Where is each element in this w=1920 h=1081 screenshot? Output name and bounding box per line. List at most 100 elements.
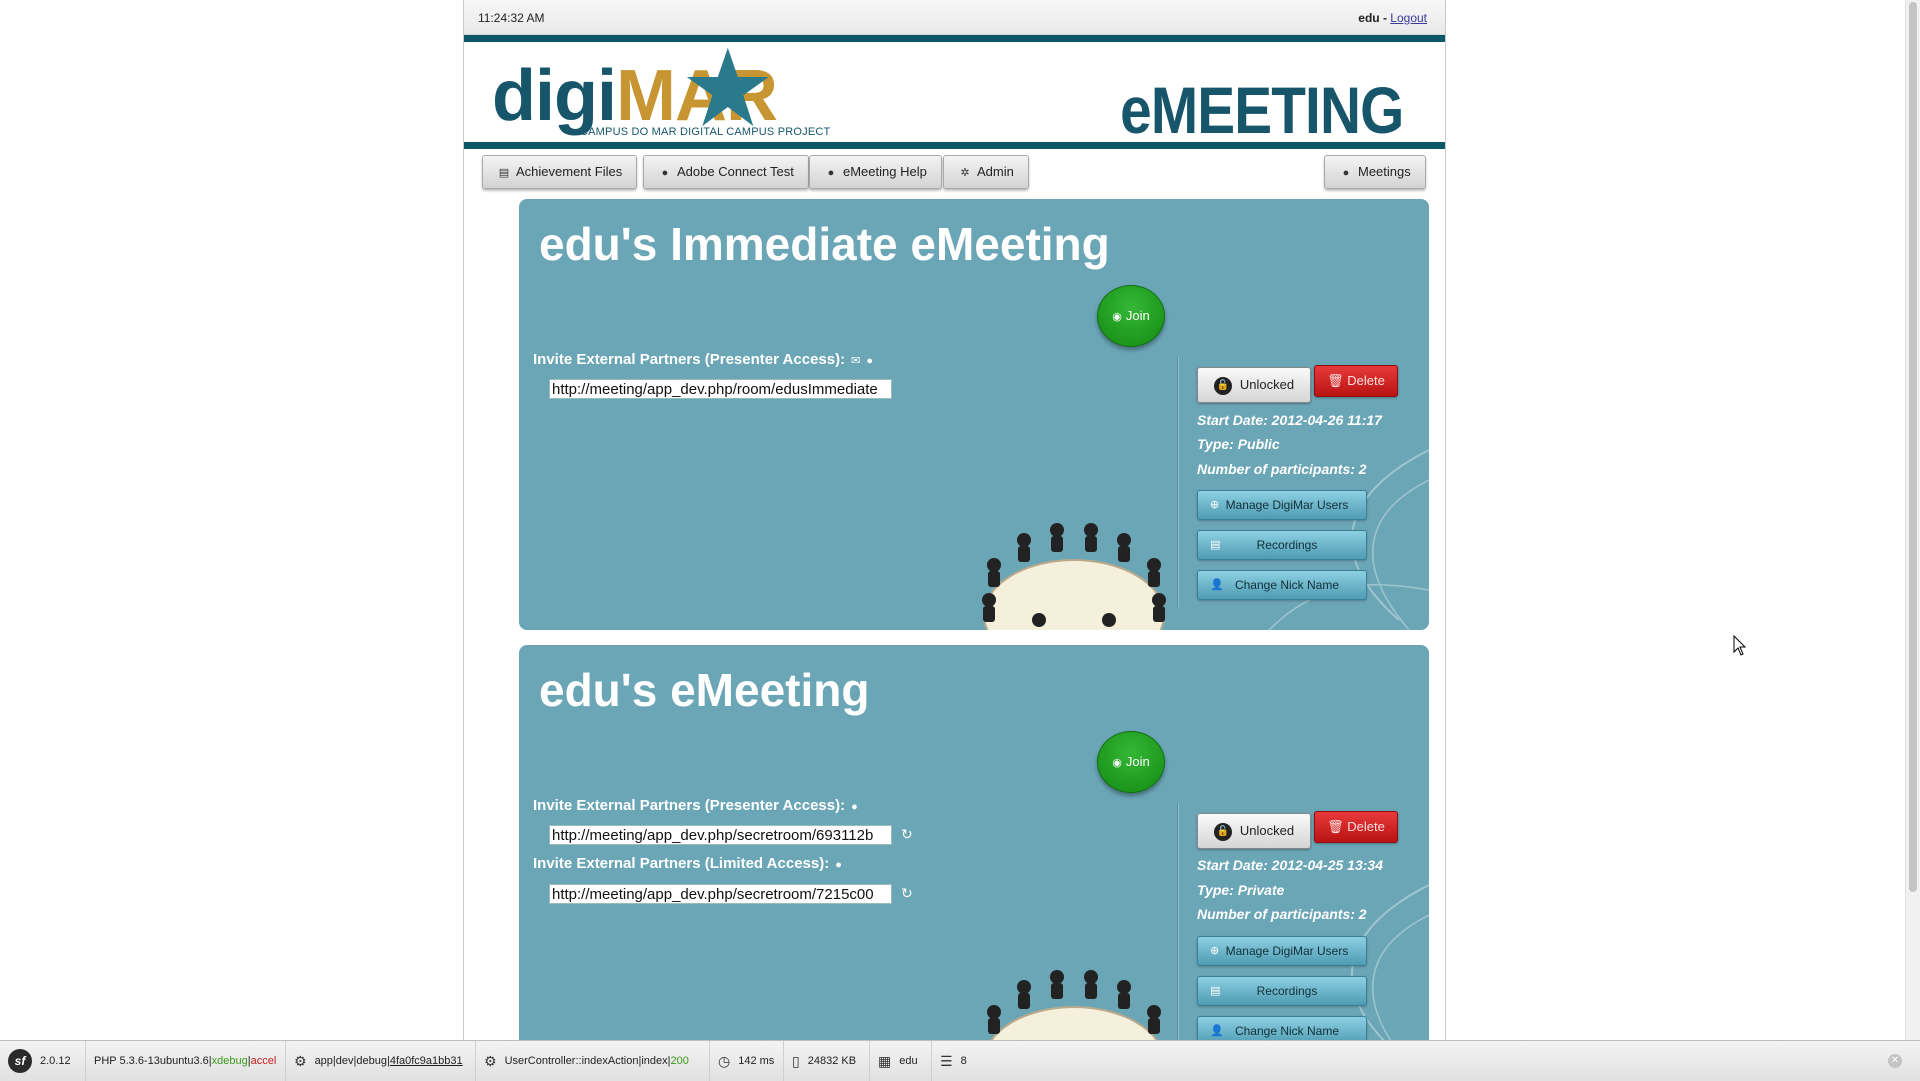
nav-admin[interactable]: ✲ Admin: [943, 155, 1029, 189]
sf-security[interactable]: ▦ edu: [870, 1041, 932, 1081]
refresh-icon[interactable]: ↻: [901, 826, 913, 843]
change-nickname-button[interactable]: 👤 Change Nick Name: [1197, 1016, 1367, 1040]
request-time: 142 ms: [738, 1055, 775, 1067]
meeting-card: edu's Immediate eMeeting ◉ Join Invite Ex…: [519, 199, 1429, 630]
php-version: PHP 5.3.6-13ubuntu3.6: [94, 1055, 209, 1067]
database-icon: ☰: [940, 1053, 953, 1070]
play-icon: ◉: [1112, 311, 1122, 323]
start-date: Start Date: 2012-04-26 11:17: [1197, 412, 1382, 428]
status-code: 200: [670, 1055, 689, 1067]
user-icon: 👤: [1210, 579, 1224, 591]
presenter-label-text: Invite External Partners (Presenter Acce…: [533, 797, 846, 814]
file-icon: ▤: [498, 167, 510, 179]
delete-label: Delete: [1347, 819, 1385, 834]
page-container: 11:24:32 AM edu - Logout digiMAR CAMPUS …: [463, 0, 1446, 1040]
conference-table-image: [982, 523, 1166, 630]
delete-button[interactable]: 🗑 Delete: [1314, 365, 1398, 397]
delete-label: Delete: [1347, 373, 1385, 388]
route-name: index: [641, 1055, 668, 1067]
query-count: 8: [960, 1055, 967, 1067]
memory-icon: ▯: [792, 1053, 800, 1070]
digimar-logo[interactable]: digiMAR CAMPUS DO MAR DIGITAL CAMPUS PRO…: [492, 46, 830, 138]
help-icon[interactable]: ●: [835, 859, 842, 871]
sf-version[interactable]: sf 2.0.12: [0, 1041, 86, 1081]
join-label: Join: [1125, 308, 1150, 323]
limited-url-input[interactable]: http://meeting/app_dev.php/secretroom/72…: [549, 884, 892, 904]
nav-emeeting-help[interactable]: ● eMeeting Help: [809, 155, 942, 189]
play-icon: ◉: [1112, 757, 1122, 769]
sf-db[interactable]: ☰ 8: [932, 1041, 980, 1081]
trash-icon: 🗑: [1327, 373, 1348, 388]
env-name: dev: [335, 1055, 354, 1067]
nav-label: Admin: [977, 164, 1014, 179]
plus-icon: ⊕: [1210, 499, 1220, 511]
nav-adobe-connect-test[interactable]: ● Adobe Connect Test: [643, 155, 809, 189]
meeting-type: Type: Private: [1197, 882, 1285, 898]
help-icon[interactable]: ●: [851, 801, 858, 813]
meetings-icon: ●: [1342, 167, 1350, 179]
user-card-icon: ▦: [878, 1053, 892, 1070]
recordings-button[interactable]: ▤ Recordings: [1197, 530, 1367, 560]
lock-toggle-button[interactable]: 🔓 Unlocked: [1197, 813, 1311, 849]
limited-access-label: Invite External Partners (Limited Access…: [533, 855, 842, 872]
sf-php-info[interactable]: PHP 5.3.6-13ubuntu3.6|xdebug|accel: [86, 1041, 286, 1081]
delete-button[interactable]: 🗑 Delete: [1314, 811, 1398, 843]
nav-bar: ▤ Achievement Files ● Adobe Connect Test ●…: [464, 149, 1445, 197]
recordings-button[interactable]: ▤ Recordings: [1197, 976, 1367, 1006]
user-separator: -: [1379, 11, 1391, 25]
close-icon[interactable]: ✕: [1888, 1054, 1902, 1068]
nav-label: Meetings: [1358, 164, 1411, 179]
scrollbar-thumb[interactable]: [1909, 2, 1917, 892]
join-button[interactable]: ◉ Join: [1097, 731, 1165, 793]
meeting-type: Type: Public: [1197, 436, 1280, 452]
sf-config[interactable]: ⚙ app|dev|debug|4fa0fc9a1bb31: [286, 1041, 476, 1081]
email-icon[interactable]: ✉: [851, 355, 860, 367]
join-label: Join: [1125, 754, 1150, 769]
manage-users-button[interactable]: ⊕ Manage DigiMar Users: [1197, 490, 1367, 520]
film-icon: ▤: [1210, 539, 1221, 551]
manage-users-button[interactable]: ⊕ Manage DigiMar Users: [1197, 936, 1367, 966]
change-nickname-button[interactable]: 👤 Change Nick Name: [1197, 570, 1367, 600]
lock-label: Unlocked: [1239, 377, 1295, 392]
manage-users-label: Manage DigiMar Users: [1225, 944, 1349, 958]
security-user: edu: [899, 1055, 918, 1067]
meeting-card: edu's eMeeting ◉ Join Invite External Par…: [519, 645, 1429, 1040]
controller-name: UserController::indexAction: [504, 1055, 639, 1067]
logout-link[interactable]: Logout: [1390, 11, 1427, 25]
refresh-icon[interactable]: ↻: [901, 885, 913, 902]
recordings-label: Recordings: [1256, 538, 1318, 552]
clock-icon: ◷: [718, 1053, 731, 1070]
sf-request[interactable]: ⚙ UserController::indexAction|index|200: [476, 1041, 710, 1081]
username: edu: [1358, 11, 1380, 25]
accel-status: accel: [250, 1055, 277, 1067]
lock-toggle-button[interactable]: 🔓 Unlocked: [1197, 367, 1311, 403]
film-icon: ▤: [1210, 985, 1221, 997]
limited-label-text: Invite External Partners (Limited Access…: [533, 855, 830, 872]
nav-label: eMeeting Help: [843, 164, 927, 179]
app-name: app: [314, 1055, 333, 1067]
alert-icon: ●: [661, 167, 669, 179]
user-info: edu - Logout: [1358, 11, 1427, 25]
sf-timer[interactable]: ◷ 142 ms: [710, 1041, 784, 1081]
presenter-url-input[interactable]: http://meeting/app_dev.php/secretroom/69…: [549, 825, 892, 845]
nav-label: Adobe Connect Test: [677, 164, 794, 179]
symfony-debug-toolbar: sf 2.0.12 PHP 5.3.6-13ubuntu3.6|xdebug|ac…: [0, 1040, 1920, 1081]
user-icon: 👤: [1210, 1025, 1224, 1037]
profiler-token-link[interactable]: 4fa0fc9a1bb31: [390, 1055, 463, 1067]
participants-count: Number of participants: 2: [1197, 906, 1367, 922]
top-bar: 11:24:32 AM edu - Logout: [464, 0, 1445, 35]
gear-icon: ✲: [960, 167, 970, 179]
presenter-url-input[interactable]: http://meeting/app_dev.php/room/edusImme…: [549, 379, 892, 399]
sf-memory[interactable]: ▯ 24832 KB: [784, 1041, 870, 1081]
nav-meetings[interactable]: ● Meetings: [1324, 155, 1426, 189]
join-button[interactable]: ◉ Join: [1097, 285, 1165, 347]
nav-achievement-files[interactable]: ▤ Achievement Files: [482, 155, 638, 189]
help-icon[interactable]: ●: [866, 355, 873, 367]
sf-version-text: 2.0.12: [40, 1055, 71, 1067]
clock: 11:24:32 AM: [478, 11, 545, 25]
gear-icon: ⚙: [484, 1053, 497, 1070]
nav-label: Achievement Files: [516, 164, 623, 179]
page-scrollbar[interactable]: [1905, 0, 1920, 1040]
presenter-access-label: Invite External Partners (Presenter Acce…: [533, 797, 858, 814]
start-date: Start Date: 2012-04-25 13:34: [1197, 857, 1383, 873]
